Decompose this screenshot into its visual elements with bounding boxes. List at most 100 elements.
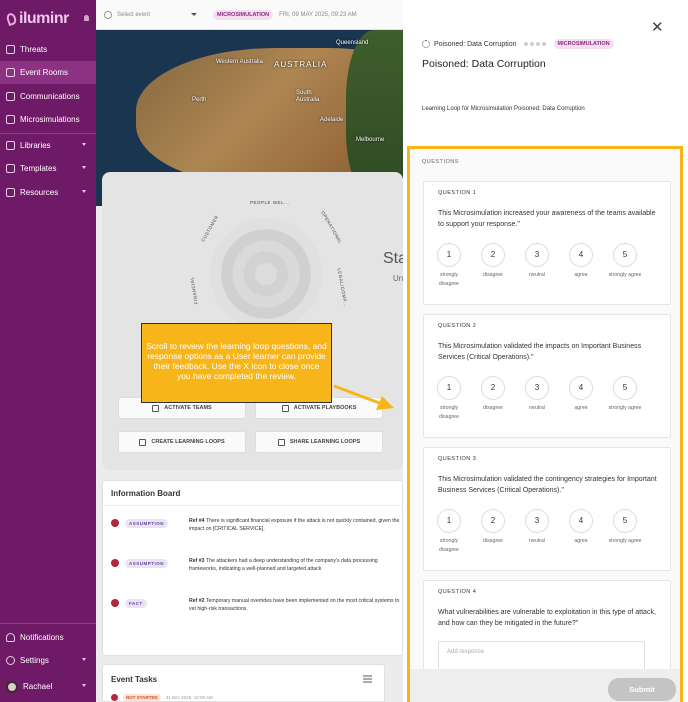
scenario-name: Poisoned: Data Corruption bbox=[434, 40, 517, 48]
chevron-down-icon bbox=[82, 166, 86, 169]
bell-icon[interactable] bbox=[84, 15, 89, 21]
panel-footer: Submit bbox=[410, 669, 680, 702]
share-learning-loops-button[interactable]: SHARE LEARNING LOOPS bbox=[255, 431, 383, 453]
rating-option-2[interactable]: 2 disagree bbox=[476, 509, 510, 546]
questions-section[interactable]: QUESTIONS QUESTION 1 This Microsimulatio… bbox=[407, 146, 683, 702]
map-city-label: Adelaide bbox=[320, 117, 344, 123]
rating-option-4[interactable]: 4 agree bbox=[564, 243, 598, 280]
event-icon bbox=[104, 10, 112, 19]
option-label: neutral bbox=[529, 405, 545, 411]
task-status-badge: NOT STARTED bbox=[123, 694, 161, 701]
option-label: strongly agree bbox=[608, 405, 642, 411]
chevron-down-icon bbox=[82, 190, 86, 193]
option-label: strongly disagree bbox=[439, 538, 459, 553]
close-icon[interactable]: ✕ bbox=[651, 20, 664, 35]
user-name: Rachael bbox=[23, 682, 53, 691]
map-region-label: Western Australia bbox=[216, 59, 263, 65]
option-value: 5 bbox=[613, 509, 637, 533]
bell-icon bbox=[6, 633, 15, 642]
rating-option-2[interactable]: 2 disagree bbox=[476, 376, 510, 413]
rating-option-1[interactable]: 1 strongly disagree bbox=[432, 243, 466, 289]
sidebar-item-label: Settings bbox=[20, 656, 49, 665]
option-label: strongly disagree bbox=[439, 405, 459, 420]
libraries-icon bbox=[6, 141, 15, 150]
teams-icon bbox=[152, 404, 160, 412]
sidebar-item-threats[interactable]: Threats bbox=[0, 38, 96, 61]
questions-label: QUESTIONS bbox=[422, 159, 459, 165]
info-tag: FACT bbox=[125, 599, 147, 608]
sidebar-item-label: Communications bbox=[20, 92, 80, 101]
sidebar-item-resources[interactable]: Resources bbox=[0, 181, 96, 204]
submit-button[interactable]: Submit bbox=[608, 678, 676, 701]
sidebar-item-label: Resources bbox=[20, 188, 59, 197]
logo[interactable]: iluminr bbox=[5, 10, 69, 28]
option-value: 4 bbox=[569, 243, 593, 267]
filter-icon[interactable] bbox=[363, 675, 372, 683]
learning-loop-icon bbox=[139, 438, 147, 446]
question-card: QUESTION 3 This Microsimulation validate… bbox=[423, 447, 671, 571]
severity-dot bbox=[111, 559, 119, 567]
response-textarea[interactable]: Add response bbox=[438, 641, 645, 671]
map-country-label: AUSTRALIA bbox=[274, 60, 328, 69]
rating-option-4[interactable]: 4 agree bbox=[564, 509, 598, 546]
chevron-down-icon[interactable] bbox=[191, 13, 197, 16]
sidebar-item-notifications[interactable]: Notifications bbox=[0, 626, 96, 649]
task-row[interactable]: NOT STARTED 31 Dec 2025, 12:00 AM bbox=[111, 694, 213, 701]
divider bbox=[0, 623, 96, 624]
sidebar-item-settings[interactable]: Settings bbox=[0, 649, 96, 672]
question-text: This Microsimulation validated the conti… bbox=[438, 476, 657, 494]
panel-subtitle: Learning Loop for Microsimulation Poison… bbox=[422, 106, 585, 112]
rating-option-5[interactable]: 5 strongly agree bbox=[608, 243, 642, 280]
sidebar-item-label: Threats bbox=[20, 45, 48, 54]
option-label: agree bbox=[574, 405, 588, 411]
chevron-down-icon bbox=[82, 658, 86, 661]
question-card: QUESTION 2 This Microsimulation validate… bbox=[423, 314, 671, 438]
sidebar-item-templates[interactable]: Templates bbox=[0, 157, 96, 180]
option-label: strongly agree bbox=[608, 538, 642, 544]
info-ref: Ref #4 bbox=[189, 518, 205, 524]
sidebar-item-microsimulations[interactable]: Microsimulations bbox=[0, 108, 96, 131]
rating-option-3[interactable]: 3 neutral bbox=[520, 376, 554, 413]
rating-option-1[interactable]: 1 strongly disagree bbox=[432, 376, 466, 422]
option-value: 2 bbox=[481, 243, 505, 267]
option-value: 2 bbox=[481, 376, 505, 400]
button-label: SHARE LEARNING LOOPS bbox=[289, 439, 361, 445]
event-select[interactable]: Select event bbox=[117, 12, 191, 18]
sidebar-item-label: Templates bbox=[20, 164, 57, 173]
option-label: neutral bbox=[529, 538, 545, 544]
info-text: Ref #4 There is significant financial ex… bbox=[189, 517, 404, 533]
option-value: 1 bbox=[437, 376, 461, 400]
map-city-label: Perth bbox=[192, 97, 207, 103]
rating-option-1[interactable]: 1 strongly disagree bbox=[432, 509, 466, 555]
sidebar-item-communications[interactable]: Communications bbox=[0, 85, 96, 108]
callout-arrow-icon bbox=[333, 384, 394, 410]
option-value: 4 bbox=[569, 376, 593, 400]
impact-radar[interactable] bbox=[200, 208, 332, 340]
rating-option-4[interactable]: 4 agree bbox=[564, 376, 598, 413]
severity-dot bbox=[111, 599, 119, 607]
playbook-icon bbox=[281, 404, 289, 412]
option-value: 4 bbox=[569, 509, 593, 533]
rating-option-2[interactable]: 2 disagree bbox=[476, 243, 510, 280]
sidebar-item-libraries[interactable]: Libraries bbox=[0, 134, 96, 157]
question-text: This Microsimulation validated the impac… bbox=[438, 343, 642, 361]
rating-option-5[interactable]: 5 strongly agree bbox=[608, 376, 642, 413]
user-menu[interactable]: Rachael bbox=[0, 675, 96, 698]
question-card: QUESTION 4 What vulnerabilities are vuln… bbox=[423, 580, 671, 680]
rating-option-3[interactable]: 3 neutral bbox=[520, 509, 554, 546]
option-label: strongly agree bbox=[608, 272, 642, 278]
rating-option-5[interactable]: 5 strongly agree bbox=[608, 509, 642, 546]
create-learning-loops-button[interactable]: CREATE LEARNING LOOPS bbox=[118, 431, 246, 453]
question-card: QUESTION 1 This Microsimulation increase… bbox=[423, 181, 671, 305]
datetime: FRI, 09 MAY 2025, 09:23 AM bbox=[279, 11, 357, 18]
option-label: strongly disagree bbox=[439, 272, 459, 287]
sidebar-item-event-rooms[interactable]: Event Rooms bbox=[0, 61, 96, 84]
rating-option-3[interactable]: 3 neutral bbox=[520, 243, 554, 280]
communications-icon bbox=[6, 92, 15, 101]
microsimulations-icon bbox=[6, 115, 15, 124]
severity-dot bbox=[111, 694, 118, 701]
option-label: disagree bbox=[483, 405, 503, 411]
chevron-down-icon bbox=[82, 143, 86, 146]
option-value: 5 bbox=[613, 376, 637, 400]
map-city-label: Melbourne bbox=[356, 137, 385, 143]
